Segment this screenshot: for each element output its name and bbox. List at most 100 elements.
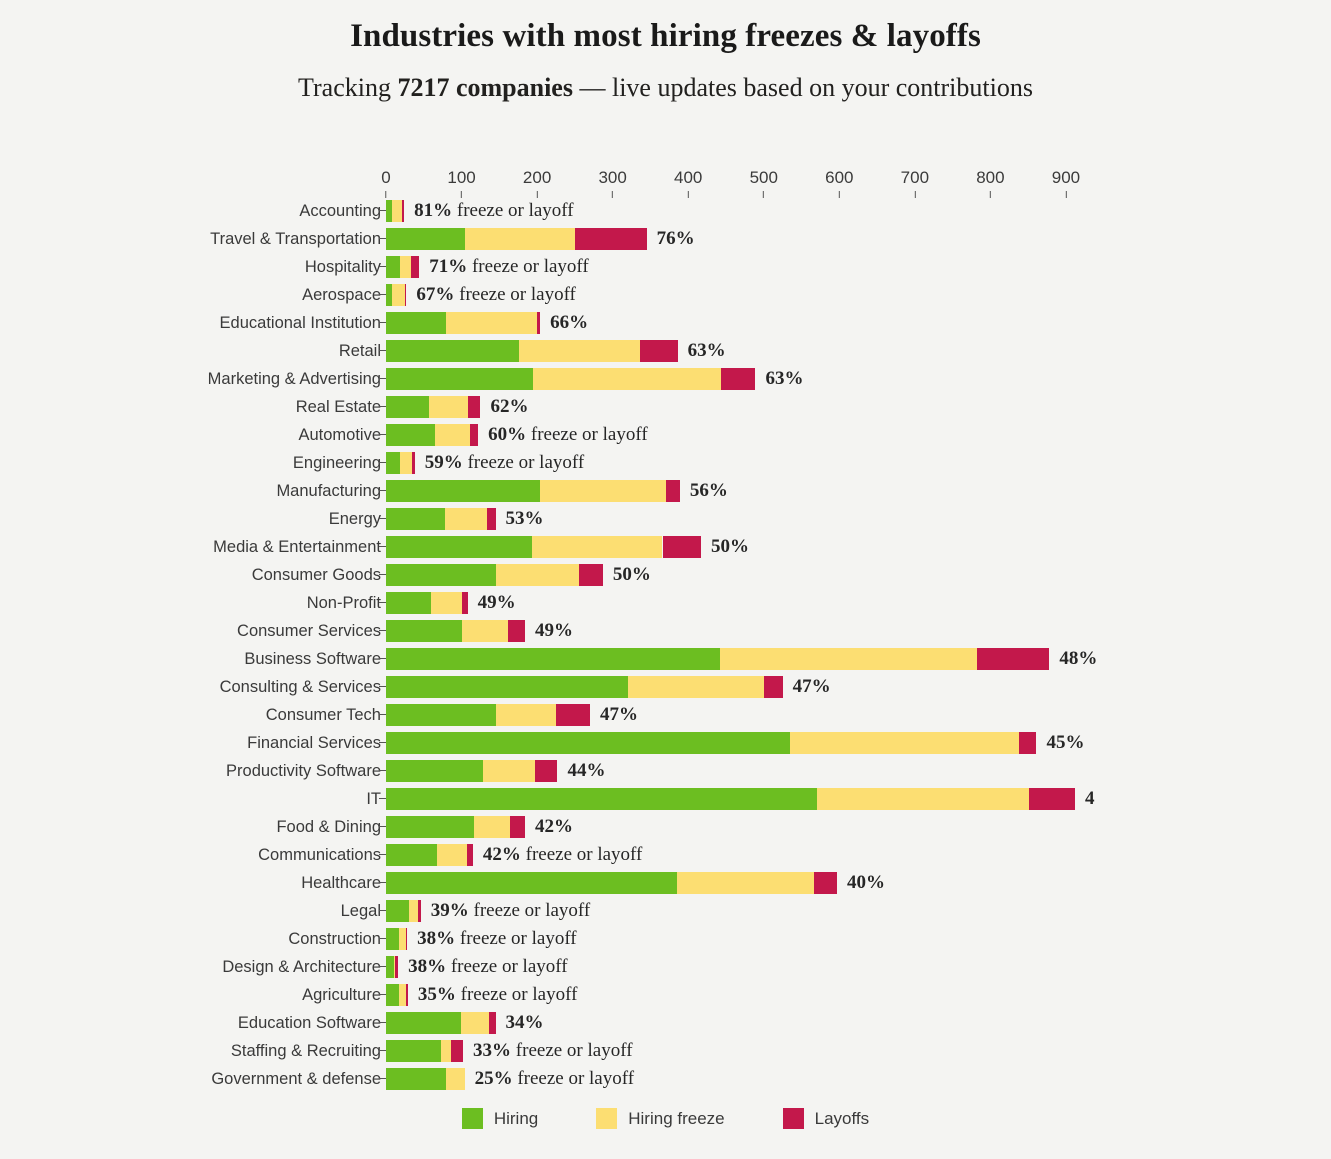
chart-row[interactable]: Non-Profit 49% (0, 589, 1331, 617)
chart-row[interactable]: Hospitality 71% freeze or layoff (0, 253, 1331, 281)
bar-segment-hiring-freeze[interactable] (445, 312, 538, 334)
chart-row[interactable]: Consumer Tech 47% (0, 701, 1331, 729)
bar-segment-hiring-freeze[interactable] (627, 676, 764, 698)
chart-row[interactable]: Consumer Goods 50% (0, 561, 1331, 589)
bar-segment-layoffs[interactable] (534, 760, 558, 782)
stacked-bar[interactable] (386, 536, 702, 558)
bar-segment-layoffs[interactable] (579, 564, 603, 586)
stacked-bar[interactable] (386, 340, 678, 362)
bar-segment-hiring[interactable] (386, 676, 628, 698)
chart-row[interactable]: Agriculture 35% freeze or layoff (0, 981, 1331, 1009)
chart-row[interactable]: Healthcare 40% (0, 869, 1331, 897)
stacked-bar[interactable] (386, 200, 405, 222)
stacked-bar[interactable] (386, 704, 590, 726)
stacked-bar[interactable] (386, 564, 603, 586)
stacked-bar[interactable] (386, 984, 408, 1006)
bar-segment-layoffs[interactable] (395, 956, 399, 978)
chart-row[interactable]: Real Estate 62% (0, 393, 1331, 421)
stacked-bar[interactable] (386, 284, 407, 306)
stacked-bar[interactable] (386, 480, 680, 502)
bar-segment-hiring[interactable] (386, 788, 817, 810)
bar-segment-hiring-freeze[interactable] (446, 1068, 465, 1090)
chart-row[interactable]: Energy 53% (0, 505, 1331, 533)
bar-segment-layoffs[interactable] (537, 312, 541, 334)
chart-row[interactable]: Accounting 81% freeze or layoff (0, 197, 1331, 225)
bar-segment-hiring[interactable] (386, 928, 399, 950)
chart-row[interactable]: Manufacturing 56% (0, 477, 1331, 505)
bar-segment-layoffs[interactable] (488, 1012, 496, 1034)
bar-segment-layoffs[interactable] (763, 676, 783, 698)
bar-segment-layoffs[interactable] (406, 984, 408, 1006)
bar-segment-hiring-freeze[interactable] (429, 396, 469, 418)
bar-segment-hiring[interactable] (386, 844, 437, 866)
chart-row[interactable]: Marketing & Advertising 63% (0, 365, 1331, 393)
bar-segment-hiring[interactable] (386, 508, 445, 530)
stacked-bar[interactable] (386, 312, 541, 334)
stacked-bar[interactable] (386, 592, 468, 614)
bar-segment-hiring[interactable] (386, 480, 541, 502)
chart-row[interactable]: Productivity Software 44% (0, 757, 1331, 785)
bar-segment-hiring[interactable] (386, 340, 519, 362)
bar-segment-hiring[interactable] (386, 536, 532, 558)
bar-segment-hiring[interactable] (386, 256, 400, 278)
bar-segment-hiring[interactable] (386, 1012, 461, 1034)
bar-segment-hiring[interactable] (386, 648, 720, 670)
bar-segment-hiring-freeze[interactable] (399, 256, 411, 278)
bar-segment-hiring-freeze[interactable] (398, 984, 407, 1006)
bar-segment-layoffs[interactable] (555, 704, 590, 726)
stacked-bar[interactable] (386, 676, 783, 698)
bar-segment-hiring[interactable] (386, 900, 409, 922)
bar-segment-layoffs[interactable] (462, 592, 468, 614)
bar-segment-hiring[interactable] (386, 816, 474, 838)
bar-segment-hiring-freeze[interactable] (532, 368, 722, 390)
bar-segment-hiring-freeze[interactable] (719, 648, 977, 670)
bar-segment-layoffs[interactable] (814, 872, 838, 894)
bar-segment-layoffs[interactable] (412, 452, 415, 474)
stacked-bar[interactable] (386, 396, 481, 418)
stacked-bar[interactable] (386, 452, 415, 474)
chart-row[interactable]: Consumer Services 49% (0, 617, 1331, 645)
bar-segment-layoffs[interactable] (450, 1040, 464, 1062)
bar-segment-layoffs[interactable] (469, 424, 479, 446)
bar-segment-hiring-freeze[interactable] (392, 284, 405, 306)
bar-segment-hiring-freeze[interactable] (398, 928, 406, 950)
bar-segment-hiring-freeze[interactable] (444, 508, 488, 530)
bar-segment-layoffs[interactable] (509, 816, 525, 838)
chart-row[interactable]: Legal 39% freeze or layoff (0, 897, 1331, 925)
legend-item-layoffs[interactable]: Layoffs (782, 1108, 869, 1129)
stacked-bar[interactable] (386, 1012, 496, 1034)
bar-segment-layoffs[interactable] (1028, 788, 1075, 810)
bar-segment-layoffs[interactable] (665, 480, 680, 502)
bar-segment-hiring-freeze[interactable] (496, 564, 580, 586)
stacked-bar[interactable] (386, 424, 479, 446)
stacked-bar[interactable] (386, 1040, 464, 1062)
chart-row[interactable]: Consulting & Services 47% (0, 673, 1331, 701)
chart-row[interactable]: Business Software 48% (0, 645, 1331, 673)
bar-segment-hiring-freeze[interactable] (431, 592, 463, 614)
stacked-bar[interactable] (386, 844, 473, 866)
bar-segment-layoffs[interactable] (1019, 732, 1037, 754)
bar-segment-hiring-freeze[interactable] (531, 536, 663, 558)
bar-segment-layoffs[interactable] (721, 368, 756, 390)
bar-segment-hiring[interactable] (386, 872, 677, 894)
bar-segment-hiring-freeze[interactable] (460, 1012, 489, 1034)
stacked-bar[interactable] (386, 900, 421, 922)
chart-row[interactable]: Communications 42% freeze or layoff (0, 841, 1331, 869)
bar-segment-hiring[interactable] (386, 956, 394, 978)
bar-segment-hiring[interactable] (386, 592, 432, 614)
chart-row[interactable]: Automotive 60% freeze or layoff (0, 421, 1331, 449)
bar-segment-layoffs[interactable] (468, 396, 481, 418)
bar-segment-hiring-freeze[interactable] (408, 900, 419, 922)
bar-segment-hiring-freeze[interactable] (816, 788, 1029, 810)
chart-row[interactable]: Retail 63% (0, 337, 1331, 365)
bar-segment-layoffs[interactable] (976, 648, 1050, 670)
bar-segment-hiring[interactable] (386, 984, 399, 1006)
chart-row[interactable]: Staffing & Recruiting 33% freeze or layof… (0, 1037, 1331, 1065)
bar-segment-hiring-freeze[interactable] (676, 872, 815, 894)
bar-segment-hiring-freeze[interactable] (483, 760, 535, 782)
stacked-bar[interactable] (386, 760, 558, 782)
chart-row[interactable]: Engineering 59% freeze or layoff (0, 449, 1331, 477)
stacked-bar[interactable] (386, 228, 647, 250)
bar-segment-hiring[interactable] (386, 564, 497, 586)
stacked-bar[interactable] (386, 648, 1050, 670)
